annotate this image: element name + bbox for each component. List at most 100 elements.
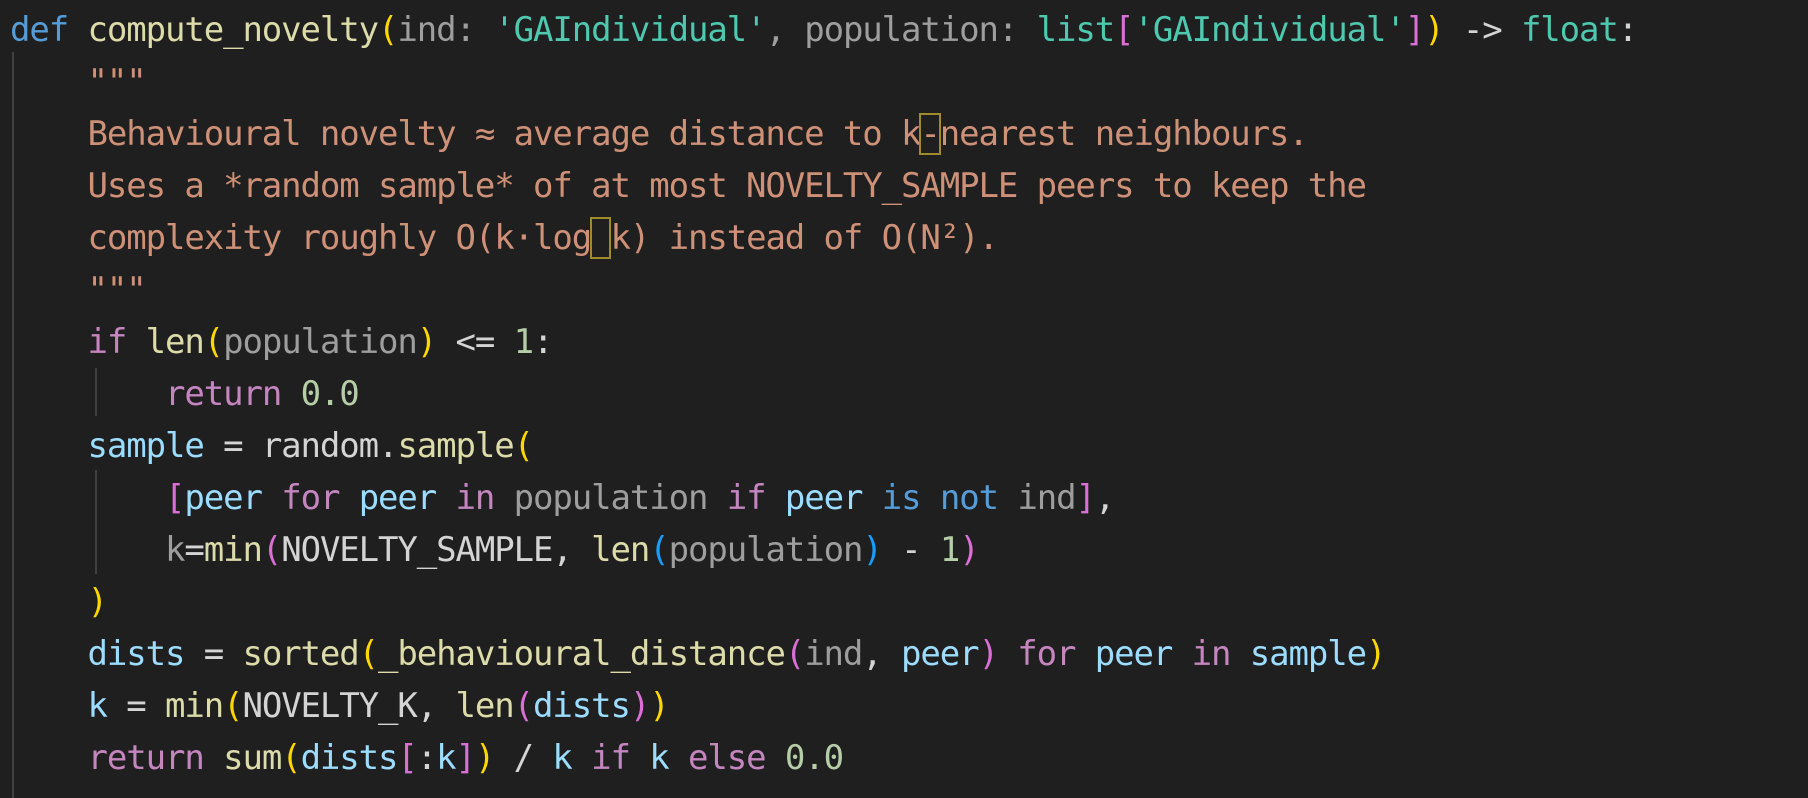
code-token: 'GAIndividual' (1133, 10, 1406, 50)
code-token: [ (164, 478, 185, 518)
code-token: dists (300, 738, 399, 778)
code-token: k (436, 738, 456, 778)
code-line[interactable]: sample = random.sample( (10, 420, 534, 472)
code-token: ( (261, 530, 282, 570)
code-token: float (1520, 10, 1619, 50)
code-token: ) (862, 530, 882, 570)
code-token: ( (649, 530, 669, 570)
code-token: not (939, 478, 999, 518)
code-line[interactable]: """ (10, 264, 146, 316)
code-token: if (726, 478, 767, 518)
code-editor[interactable]: def compute_novelty ( ind: 'GAIndividual',… (0, 0, 1808, 798)
code-line[interactable]: return 0.0 (10, 368, 360, 420)
code-token: , (1094, 478, 1115, 518)
code-token: , (552, 530, 592, 570)
code-token: min (203, 530, 263, 570)
code-token: 'GAIndividual' (494, 10, 766, 50)
highlighted-char (590, 217, 612, 259)
code-token: , (765, 10, 805, 50)
code-line[interactable]: complexity roughly O(k·log k) instead of… (10, 212, 999, 264)
code-token: len (145, 322, 205, 362)
code-token: / (494, 738, 553, 778)
code-token: , (416, 686, 456, 726)
code-token: [ (397, 738, 417, 778)
code-token: ) (87, 582, 107, 622)
code-token: population (804, 10, 999, 50)
code-token: peer (784, 478, 864, 518)
code-token: ind (804, 634, 863, 674)
code-token: return (87, 738, 204, 778)
code-line[interactable]: Uses a *random sample* of at most NOVELT… (10, 160, 1367, 212)
code-token: min (164, 686, 224, 726)
code-token: Uses a *random sample* of at most NOVELT… (87, 166, 1367, 206)
code-token: peer (184, 478, 263, 518)
code-line[interactable]: ) (10, 576, 107, 628)
code-token: k) instead of O(N²). (610, 218, 999, 258)
code-token: 0.0 (300, 374, 360, 414)
code-token: 1 (939, 530, 960, 570)
code-token: in (1191, 634, 1232, 674)
code-token: : (1617, 10, 1638, 50)
code-token: dists (533, 686, 631, 726)
code-line[interactable]: k=min(NOVELTY_SAMPLE, len(population) - … (10, 524, 980, 576)
code-token: ind (397, 10, 456, 50)
code-token: list (1036, 10, 1116, 50)
code-token: = (184, 530, 204, 570)
code-token: compute_novelty (87, 10, 379, 50)
code-token: ( (358, 634, 379, 674)
code-line[interactable]: def compute_novelty(ind: 'GAIndividual',… (10, 4, 1638, 56)
code-token: Behavioural novelty ≈ average distance t… (87, 114, 921, 154)
code-line[interactable]: """ (10, 56, 146, 108)
code-line[interactable]: [peer for peer in population if peer is … (10, 472, 1115, 524)
code-token: sample (1249, 634, 1367, 674)
code-token: complexity roughly O(k·log (87, 218, 592, 258)
code-token: ) (1424, 10, 1444, 50)
code-token: : (416, 738, 437, 778)
code-token: _behavioural_distance (378, 634, 786, 674)
code-token: NOVELTY_K (242, 686, 417, 726)
code-token: sample (397, 426, 514, 466)
code-token: : (455, 10, 495, 50)
code-line[interactable]: Behavioural novelty ≈ average distance t… (10, 108, 1309, 160)
code-token: peer (901, 634, 980, 674)
code-token: population (223, 322, 418, 362)
code-token: -> (1443, 10, 1521, 50)
code-token: 1 (513, 322, 534, 362)
code-token: def (10, 10, 69, 50)
code-token: ( (513, 426, 534, 466)
code-line[interactable]: dists = sorted(_behavioural_distance(ind… (10, 628, 1386, 680)
code-token: [ (1114, 10, 1134, 50)
code-token: if (87, 322, 127, 362)
code-line[interactable]: if len(population) <= 1: (10, 316, 553, 368)
code-line[interactable]: k = min(NOVELTY_K, len(dists)) (10, 680, 669, 732)
code-line[interactable]: return sum(dists[:k]) / k if k else 0.0 (10, 732, 844, 784)
code-token: if (591, 738, 631, 778)
code-token: ind (1017, 478, 1076, 518)
code-token: = (106, 686, 165, 726)
code-token: = (184, 634, 243, 674)
code-token: ( (223, 686, 243, 726)
code-token: 0.0 (784, 738, 844, 778)
